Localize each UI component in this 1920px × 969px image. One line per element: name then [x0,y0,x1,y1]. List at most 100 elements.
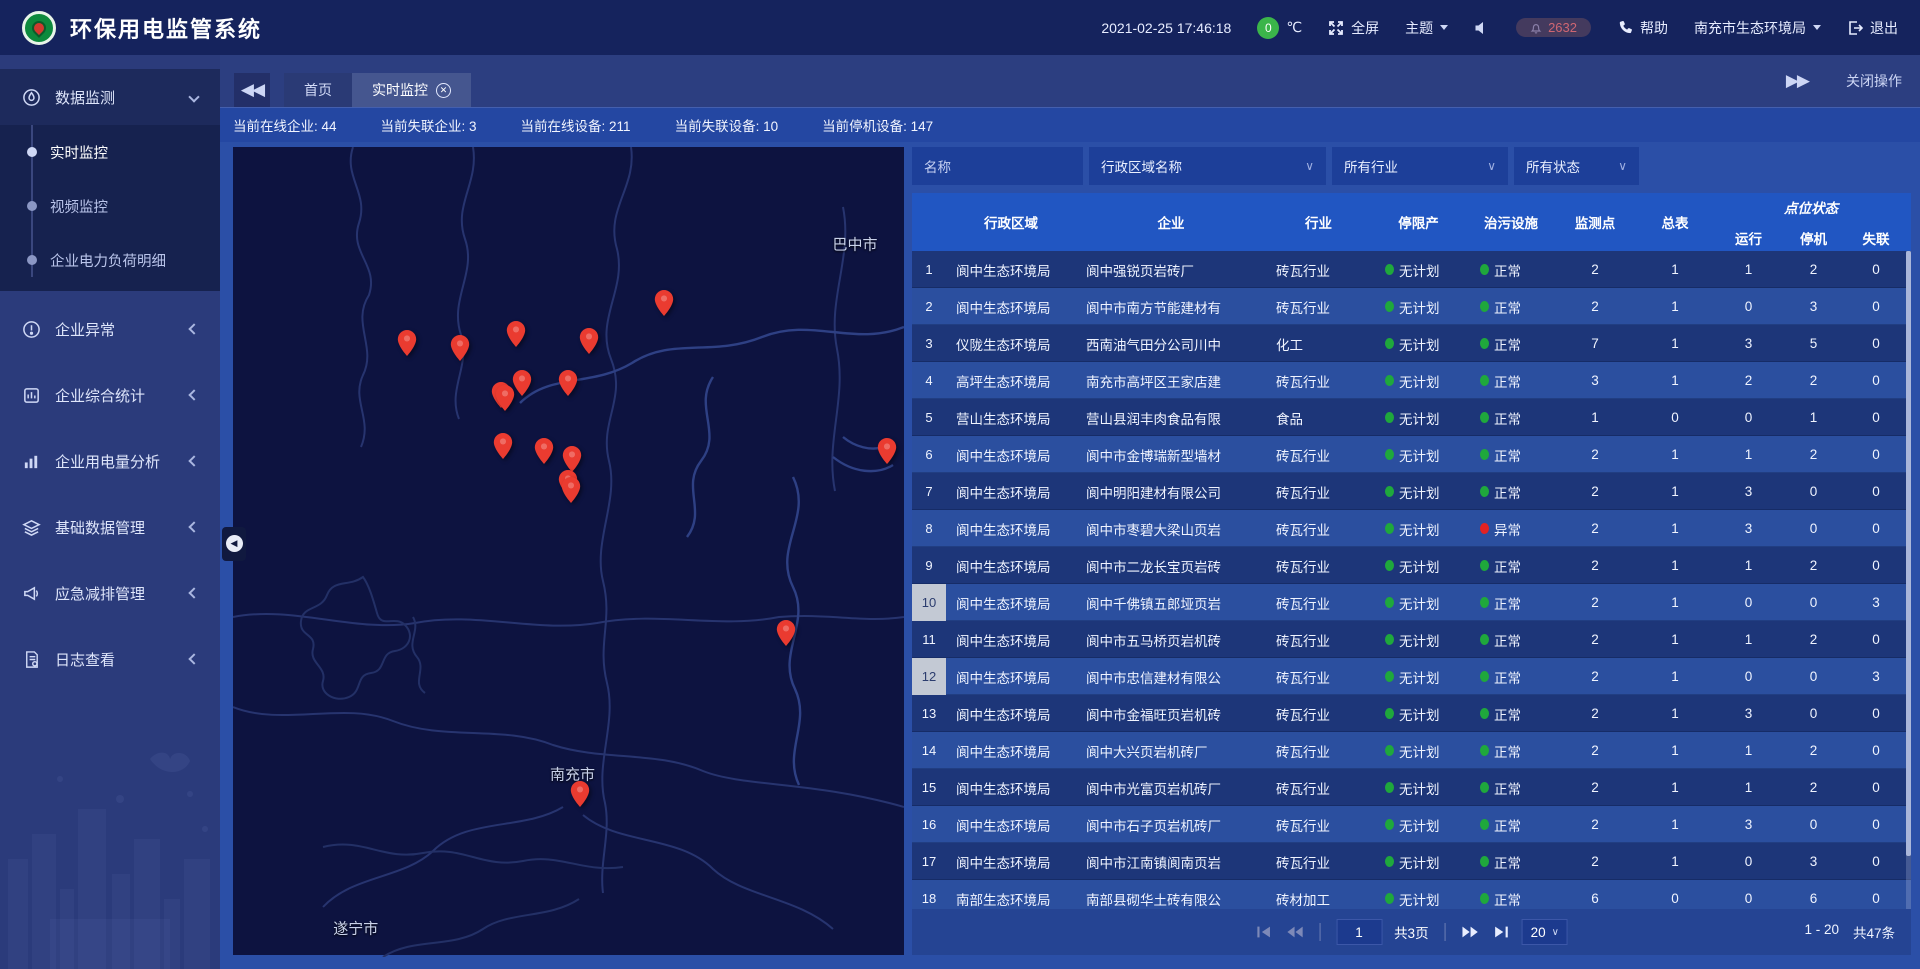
cell-stop: 2 [1781,743,1846,758]
sidebar-item-1[interactable]: 企业异常 [0,301,220,357]
row-index: 2 [912,288,946,325]
facility-label: 正常 [1494,482,1521,502]
cell-run: 2 [1716,373,1781,388]
cell-limit: 无计划 [1371,852,1466,872]
map-pin-2[interactable] [450,335,469,361]
table-row[interactable]: 17阆中生态环境局阆中市江南镇阆南页岩砖瓦行业无计划正常21030 [912,843,1911,880]
tab-close-icon[interactable]: ✕ [436,83,451,98]
sidebar-item-4[interactable]: 基础数据管理 [0,499,220,555]
cell-company: 阆中市金福旺页岩机砖 [1076,704,1266,724]
table-row[interactable]: 9阆中生态环境局阆中市二龙长宝页岩砖砖瓦行业无计划正常21120 [912,547,1911,584]
first-page-button[interactable] [1255,925,1273,939]
row-index: 1 [912,251,946,288]
status-dot-green [1385,745,1394,756]
sidebar-subitem[interactable]: 视频监控 [0,179,220,233]
table-row[interactable]: 12阆中生态环境局阆中市忠信建材有限公砖瓦行业无计划正常21003 [912,658,1911,695]
map-pin-3[interactable] [507,321,526,347]
cell-limit: 无计划 [1371,704,1466,724]
cell-stop: 0 [1781,817,1846,832]
map-pin-4[interactable] [579,328,598,354]
table-row[interactable]: 14阆中生态环境局阆中大兴页岩机砖厂砖瓦行业无计划正常21120 [912,732,1911,769]
cell-industry: 砖瓦行业 [1266,778,1371,798]
sidebar-item-5[interactable]: 应急减排管理 [0,565,220,621]
row-index: 15 [912,769,946,806]
table-row[interactable]: 11阆中生态环境局阆中市五马桥页岩机砖砖瓦行业无计划正常21120 [912,621,1911,658]
sidebar-subitem[interactable]: 实时监控 [0,125,220,179]
table-row[interactable]: 10阆中生态环境局阆中千佛镇五郎垭页岩砖瓦行业无计划正常21003 [912,584,1911,621]
table-row[interactable]: 4高坪生态环境局南充市高坪区王家店建砖瓦行业无计划正常31220 [912,362,1911,399]
cell-company: 阆中市金博瑞新型墙材 [1076,445,1266,465]
theme-dropdown[interactable]: 主题 [1405,18,1448,38]
map-pin-12[interactable] [562,446,581,472]
last-page-button[interactable] [1492,925,1510,939]
cell-industry: 砖瓦行业 [1266,482,1371,502]
tab-label: 实时监控 [372,80,428,100]
speaker-mute-icon[interactable] [1474,20,1490,36]
map-pin-7[interactable] [558,370,577,396]
tab-首页[interactable]: 首页 [284,73,352,107]
logout-button[interactable]: 退出 [1847,18,1898,38]
cell-meters: 0 [1634,891,1716,906]
temperature-badge: 0 [1257,17,1279,39]
org-label: 南充市生态环境局 [1694,18,1806,38]
table-row[interactable]: 5营山生态环境局营山县润丰肉食品有限食品无计划正常10010 [912,399,1911,436]
table-row[interactable]: 15阆中生态环境局阆中市光富页岩机砖厂砖瓦行业无计划正常21120 [912,769,1911,806]
next-page-button[interactable] [1462,925,1480,939]
cell-company: 阆中强锐页岩砖厂 [1076,260,1266,280]
temperature-widget: 0 ℃ [1257,17,1302,39]
table-scrollbar[interactable] [1906,251,1911,909]
region-select[interactable]: 行政区域名称 ∨ [1089,147,1326,185]
tabs-scroll-left-button[interactable]: ◀◀ [234,73,270,107]
facility-label: 正常 [1494,260,1521,280]
table-row[interactable]: 7阆中生态环境局阆中明阳建材有限公司砖瓦行业无计划正常21300 [912,473,1911,510]
map-pin-17[interactable] [570,781,589,807]
sidebar-subitem[interactable]: 企业电力负荷明细 [0,233,220,287]
map-pin-16[interactable] [776,620,795,646]
datetime: 2021-02-25 17:46:18 [1101,20,1231,36]
map-pin-10[interactable] [493,433,512,459]
industry-select[interactable]: 所有行业 ∨ [1332,147,1508,185]
table-row[interactable]: 3仪陇生态环境局西南油气田分公司川中化工无计划正常71350 [912,325,1911,362]
table-row[interactable]: 1阆中生态环境局阆中强锐页岩砖厂砖瓦行业无计划正常21120 [912,251,1911,288]
current-page: 1 [1355,925,1363,940]
close-operations-button[interactable]: 关闭操作 [1846,71,1902,91]
table-row[interactable]: 2阆中生态环境局阆中市南方节能建材有砖瓦行业无计划正常21030 [912,288,1911,325]
tabs-scroll-right-button[interactable]: ▶▶ [1786,71,1808,91]
cell-meters: 1 [1634,373,1716,388]
cell-limit: 无计划 [1371,815,1466,835]
divider [1319,923,1320,941]
map-pin-15[interactable] [877,438,896,464]
prev-page-button[interactable] [1285,925,1303,939]
table-row[interactable]: 13阆中生态环境局阆中市金福旺页岩机砖砖瓦行业无计划正常21300 [912,695,1911,732]
fullscreen-button[interactable]: 全屏 [1328,18,1379,38]
map-pin-5[interactable] [654,290,673,316]
city-label-遂宁市: 遂宁市 [333,918,378,939]
table-row[interactable]: 8阆中生态环境局阆中市枣碧大梁山页岩砖瓦行业无计划异常21300 [912,510,1911,547]
cell-points: 2 [1556,780,1634,795]
map-pin-9[interactable] [496,385,515,411]
map-pin-1[interactable] [398,330,417,356]
sidebar-item-0[interactable]: 数据监测 [0,69,220,125]
name-search-input[interactable]: 名称 [912,147,1083,185]
map-pin-11[interactable] [534,438,553,464]
table-row[interactable]: 18南部生态环境局南部县砌华土砖有限公砖材加工无计划正常60060 [912,880,1911,909]
sidebar-item-6[interactable]: 日志查看 [0,631,220,687]
sidebar-item-3[interactable]: 企业用电量分析 [0,433,220,489]
cell-limit: 无计划 [1371,741,1466,761]
table-row[interactable]: 16阆中生态环境局阆中市石子页岩机砖厂砖瓦行业无计划正常21300 [912,806,1911,843]
table-row[interactable]: 6阆中生态环境局阆中市金博瑞新型墙材砖瓦行业无计划正常21120 [912,436,1911,473]
tab-实时监控[interactable]: 实时监控 ✕ [352,73,471,107]
notification-badge[interactable]: 2632 [1516,18,1591,37]
sidebar-item-2[interactable]: 企业综合统计 [0,367,220,423]
status-select[interactable]: 所有状态 ∨ [1514,147,1639,185]
sidebar-collapse-button[interactable]: ◀ [222,527,246,561]
page-number-input[interactable]: 1 [1336,919,1382,945]
facility-label: 正常 [1494,778,1521,798]
help-button[interactable]: 帮助 [1617,18,1668,38]
cell-run: 1 [1716,780,1781,795]
cell-meters: 1 [1634,336,1716,351]
map-pin-14[interactable] [561,477,580,503]
org-dropdown[interactable]: 南充市生态环境局 [1694,18,1821,38]
map-panel[interactable]: 巴中市南充市遂宁市 ◀ [233,147,904,955]
page-size-select[interactable]: 20 ∨ [1522,919,1568,945]
